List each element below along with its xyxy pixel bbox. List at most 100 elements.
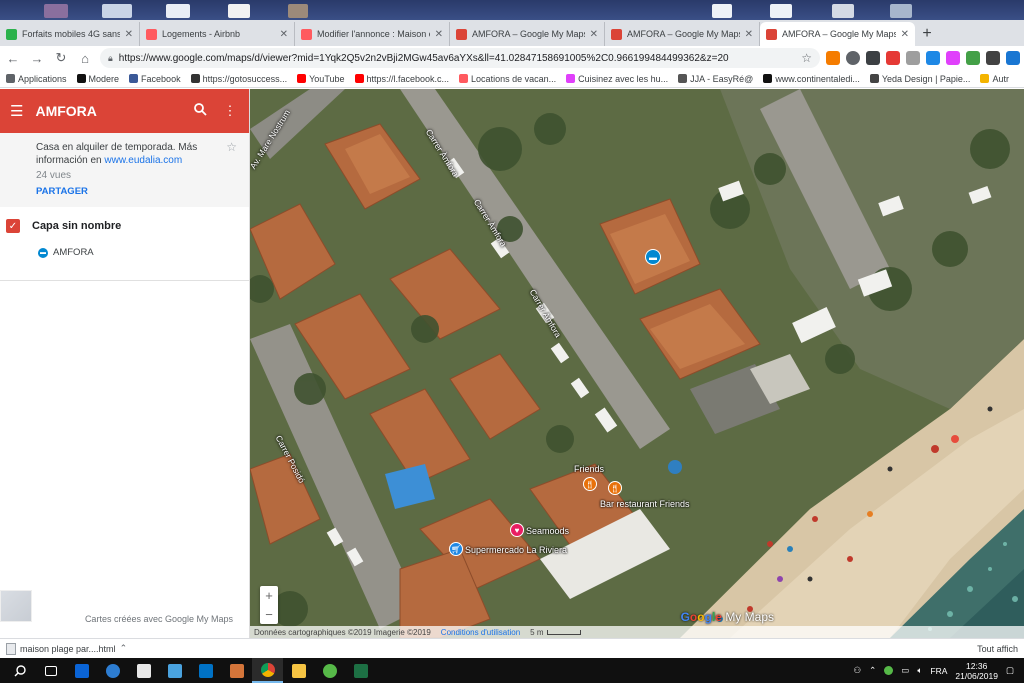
volume-icon[interactable]: 🔈︎ [917,665,922,676]
place-label[interactable]: Friends [574,464,604,474]
scale-bar[interactable]: 5 m [530,628,581,637]
menu-icon[interactable]: ☰ [10,102,23,120]
browser-tab[interactable]: Modifier l'annonce : Maison en front ✕ [295,22,450,46]
extension-icon[interactable] [926,51,940,65]
close-icon[interactable]: ✕ [280,29,288,40]
extension-icon[interactable] [986,51,1000,65]
extension-icon[interactable] [906,51,920,65]
layer-item[interactable]: ▬ AMFORA [0,247,249,258]
bookmark-item[interactable]: JJA - EasyRé@ [678,74,753,84]
terms-link[interactable]: Conditions d'utilisation [441,628,520,637]
desktop-icon[interactable] [712,4,732,18]
close-icon[interactable]: ✕ [125,29,133,40]
extension-icon[interactable] [866,51,880,65]
bookmark-item[interactable]: Modere [76,74,119,84]
star-icon[interactable]: ☆ [226,141,237,154]
extension-icon[interactable] [826,51,840,65]
bookmark-item[interactable]: Applications [6,74,67,84]
zoom-out-button[interactable]: − [265,607,273,622]
search-icon[interactable] [191,103,209,119]
edge-icon[interactable] [97,658,128,683]
extension-icon[interactable] [1006,51,1020,65]
reload-icon[interactable]: ↻ [52,49,70,67]
task-view-icon[interactable] [35,658,66,683]
satellite-map[interactable]: Av. Mare Nostrum Carrer Àmfora Carrer Àm… [250,89,1024,638]
restaurant-marker[interactable]: 🍴︎ [608,481,622,495]
bookmark-item[interactable]: Locations de vacan... [459,74,556,84]
close-icon[interactable]: ✕ [435,29,443,40]
desktop-icon[interactable] [166,4,190,18]
clock[interactable]: 12:36 21/06/2019 [955,661,998,681]
extension-icon[interactable] [966,51,980,65]
zoom-in-button[interactable]: + [265,588,273,603]
chevron-up-icon[interactable]: ⌃ [120,643,128,654]
tray-app-icon[interactable] [884,666,894,675]
notifications-icon[interactable]: ▢ [1006,665,1014,676]
extension-icon[interactable] [846,51,860,65]
place-label[interactable]: Seamoods [526,526,569,536]
language-indicator[interactable]: FRA [930,666,947,676]
extension-icon[interactable] [946,51,960,65]
bookmark-item[interactable]: Cuisinez avec les hu... [566,74,668,84]
close-icon[interactable]: ✕ [745,29,753,40]
back-arrow-icon[interactable]: ← [4,49,22,67]
browser-tab[interactable]: Logements - Airbnb ✕ [140,22,295,46]
show-all-downloads[interactable]: Tout affich [977,644,1018,654]
outlook-icon[interactable] [190,658,221,683]
monitor-app-icon[interactable] [159,658,190,683]
more-vert-icon[interactable]: ⋮ [221,103,239,119]
people-icon[interactable]: ⚇ [854,665,862,676]
layer-name[interactable]: Capa sin nombre [32,220,121,232]
desktop-icon[interactable] [228,4,250,18]
forward-arrow-icon[interactable]: → [28,49,46,67]
search-icon[interactable] [4,658,35,683]
bookmark-item[interactable]: Autr [980,74,1009,84]
share-button[interactable]: PARTAGER [36,185,235,198]
outlook-app-icon[interactable] [66,658,97,683]
map-thumbnail[interactable] [0,590,32,622]
address-bar[interactable]: 🔒︎ https://www.google.com/maps/d/viewer?… [100,48,820,68]
desktop-icon[interactable] [832,4,854,18]
bookmark-item[interactable]: https://l.facebook.c... [354,74,449,84]
chrome-icon[interactable] [252,658,283,683]
store-icon[interactable] [128,658,159,683]
browser-tab[interactable]: Forfaits mobiles 4G sans engagement ✕ [0,22,140,46]
panel-header: ☰ AMFORA ⋮ [0,89,249,133]
layer-checkbox[interactable]: ✓ [6,219,20,233]
desktop-icon[interactable] [770,4,792,18]
close-icon[interactable]: ✕ [590,29,598,40]
network-icon[interactable]: ▭ [901,665,909,676]
browser-tab[interactable]: AMFORA – Google My Maps ✕ [450,22,605,46]
house-marker[interactable]: ▬ [645,249,661,265]
bookmark-item[interactable]: https://gotosuccess... [190,74,287,84]
close-icon[interactable]: ✕ [901,29,909,40]
excel-icon[interactable] [345,658,376,683]
browser-tab-active[interactable]: AMFORA – Google My Maps ✕ [760,22,915,46]
star-icon[interactable]: ☆ [801,51,812,65]
shopping-marker[interactable]: ♥ [510,523,524,537]
chevron-up-icon[interactable]: ⌃ [869,665,876,676]
desktop-icon[interactable] [890,4,912,18]
desktop-icon[interactable] [288,4,308,18]
extension-icon[interactable] [886,51,900,65]
bookmark-item[interactable]: Yeda Design | Papie... [869,74,970,84]
new-tab-button[interactable]: + [915,22,939,46]
bookmark-icon [980,74,990,83]
bookmark-item[interactable]: YouTube [297,74,345,84]
file-explorer-icon[interactable] [283,658,314,683]
download-item[interactable]: maison plage par....html [20,644,116,654]
restaurant-marker[interactable]: 🍴︎ [583,477,597,491]
bookmark-item[interactable]: Facebook [129,74,181,84]
browser-tab[interactable]: AMFORA – Google My Maps ✕ [605,22,760,46]
layer-item-label: AMFORA [53,247,94,258]
desktop-icon[interactable] [44,4,68,18]
place-label[interactable]: Bar restaurant Friends [600,499,690,509]
description-link[interactable]: www.eudalia.com [104,155,182,166]
desktop-icon[interactable] [102,4,132,18]
home-icon[interactable]: ⌂ [76,49,94,67]
app-icon[interactable] [314,658,345,683]
app-icon[interactable] [221,658,252,683]
bookmark-item[interactable]: www.continentaledi... [763,74,860,84]
grocery-marker[interactable]: 🛒︎ [449,542,463,556]
place-label[interactable]: Supermercado La Riviera [465,545,567,555]
